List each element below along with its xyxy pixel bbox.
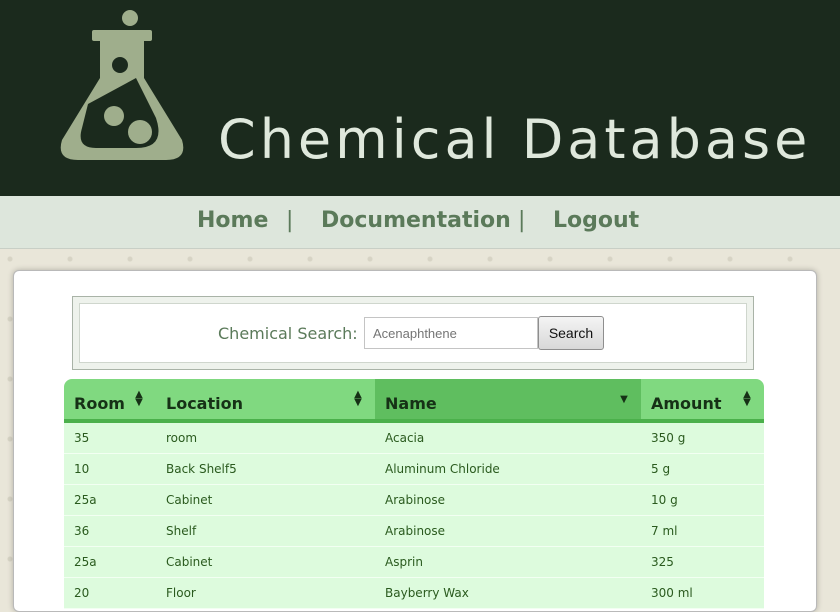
nav-home-link[interactable]: Home [197,208,268,233]
cell-name: Asprin [375,546,641,578]
column-header-room[interactable]: Room ▲ ▼ [64,379,156,423]
cell-location: Floor [156,577,375,609]
table-row[interactable]: 10 Back Shelf5 Aluminum Chloride 5 g [64,453,764,485]
cell-name: Arabinose [375,515,641,547]
cell-room: 10 [64,453,156,485]
site-header: Chemical Database [0,0,840,196]
column-header-amount[interactable]: Amount ▲ ▼ [641,379,764,423]
cell-amount: 325 [641,546,764,578]
cell-location: Cabinet [156,484,375,516]
nav-separator: | [286,208,294,233]
cell-name: Bayberry Wax [375,577,641,609]
cell-amount: 300 ml [641,577,764,609]
cell-location: Shelf [156,515,375,547]
cell-room: 35 [64,421,156,454]
sort-both-icon: ▲ ▼ [743,389,751,408]
column-header-name[interactable]: Name ▼ [375,379,641,423]
search-label: Chemical Search: [218,324,358,343]
main-content-panel: Chemical Search: Search Room ▲▼ Location… [13,270,817,612]
table-row[interactable]: 35 room Acacia 350 g [64,421,764,454]
sort-descending-icon: ▼ [620,394,628,405]
sort-both-icon: ▲ ▼ [135,389,143,408]
chemical-results-table: Room ▲▼ Location ▲▼ Name ▼ Amount ▲▼ [64,379,764,609]
cell-room: 20 [64,577,156,609]
cell-location: room [156,421,375,454]
cell-room: 25a [64,546,156,578]
cell-name: Arabinose [375,484,641,516]
cell-room: 25a [64,484,156,516]
search-panel: Chemical Search: Search [72,296,754,370]
table-row[interactable]: 25a Cabinet Arabinose 10 g [64,484,764,516]
flask-icon [60,10,184,160]
column-header-label: Room [74,393,125,413]
column-header-label: Location [166,393,243,413]
column-header-location[interactable]: Location ▲ ▼ [156,379,375,423]
table-row[interactable]: 25a Cabinet Asprin 325 [64,546,764,578]
cell-name: Aluminum Chloride [375,453,641,485]
search-panel-inner: Chemical Search: Search [79,303,747,363]
cell-location: Cabinet [156,546,375,578]
cell-room: 36 [64,515,156,547]
table-header-row: Room ▲ ▼ Location ▲ ▼ Name ▼ Amount ▲ ▼ [64,379,764,423]
cell-name: Acacia [375,421,641,454]
column-header-label: Name [385,393,437,413]
nav-logout-link[interactable]: Logout [553,208,639,233]
cell-amount: 7 ml [641,515,764,547]
search-button[interactable]: Search [538,316,604,350]
table-row[interactable]: 36 Shelf Arabinose 7 ml [64,515,764,547]
cell-location: Back Shelf5 [156,453,375,485]
cell-amount: 10 g [641,484,764,516]
cell-amount: 5 g [641,453,764,485]
cell-amount: 350 g [641,421,764,454]
nav-documentation-link[interactable]: Documentation [321,208,511,233]
column-header-label: Amount [651,393,722,413]
main-nav: Home | Documentation | Logout [0,196,840,249]
table-row[interactable]: 20 Floor Bayberry Wax 300 ml [64,577,764,609]
nav-separator: | [518,208,526,233]
sort-both-icon: ▲ ▼ [354,389,362,408]
chemical-search-input[interactable] [364,317,538,349]
site-title: Chemical Database [218,108,812,171]
